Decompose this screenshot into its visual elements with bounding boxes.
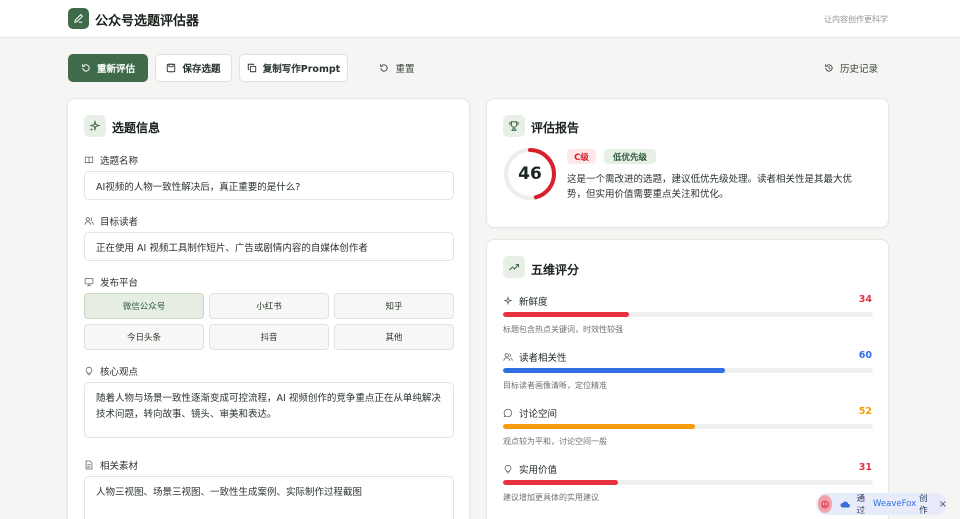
- close-icon[interactable]: ×: [939, 499, 947, 510]
- dimension-label-text: 新鲜度: [519, 297, 548, 308]
- dimension-bar-fill: [503, 368, 725, 373]
- lightbulb-icon: [85, 366, 93, 376]
- avatar: [818, 495, 833, 513]
- trending-up-icon: [503, 256, 525, 278]
- file-text-icon: [85, 460, 93, 470]
- core-view-label-text: 核心观点: [100, 367, 139, 378]
- lightbulb-icon: [504, 464, 512, 474]
- dimension-label-text: 讨论空间: [519, 409, 558, 420]
- report-summary: 这是一个需改进的选题，建议低优先级处理。读者相关性是其最大优势，但实用价值需要重…: [567, 174, 853, 200]
- dimension-note: 标题包含热点关键词，时效性较强: [503, 325, 623, 334]
- core-view-label: 核心观点: [84, 364, 138, 378]
- undo-icon: [380, 64, 389, 72]
- save-icon: [167, 63, 176, 73]
- dimension-bar: [503, 480, 873, 485]
- audience-label: 目标读者: [84, 214, 138, 228]
- cloud-icon: [840, 501, 851, 507]
- dimension-label: 讨论空间: [503, 406, 557, 420]
- history-icon: [825, 64, 833, 72]
- weavefox-brand: WeaveFox: [872, 499, 917, 509]
- copy-prompt-button[interactable]: 复制写作Prompt: [239, 54, 348, 82]
- message-circle-icon: [503, 408, 513, 418]
- book-icon: [84, 156, 94, 164]
- sparkles-icon: [503, 296, 513, 306]
- dimension-bar-fill: [503, 424, 696, 429]
- audience-label-text: 目标读者: [100, 217, 139, 228]
- topic-info-card: 选题信息 选题名称 AI视频的人物一致性解决后，真正重要的是什么? 目标读者 正…: [67, 98, 470, 519]
- dimension-bar-fill: [503, 312, 629, 317]
- dimension-label: 实用价值: [503, 462, 557, 476]
- dimension-label: 读者相关性: [503, 350, 567, 364]
- dimension-note: 建议增加更具体的实用建议: [503, 493, 599, 502]
- dimension-bar: [503, 368, 873, 373]
- users-icon: [503, 353, 513, 361]
- dimensions-title: 五维评分: [531, 263, 580, 277]
- dimension-bar: [503, 424, 873, 429]
- report-title: 评估报告: [531, 121, 580, 135]
- platform-option[interactable]: 抖音: [209, 324, 329, 350]
- dimensions-card: 五维评分 新鲜度 34 标题包含热点关键词，时效性较强 读者相关性 60 目标读…: [486, 239, 889, 519]
- app-header: 公众号选题评估器 让内容创作更科学: [0, 0, 960, 38]
- save-topic-button[interactable]: 保存选题: [155, 54, 232, 82]
- platform-option[interactable]: 小红书: [209, 293, 329, 319]
- refresh-icon: [82, 64, 90, 72]
- platform-label-text: 发布平台: [100, 278, 139, 289]
- weavefox-badge[interactable]: 通过 WeaveFox 创作 ×: [816, 493, 947, 516]
- material-textarea[interactable]: 人物三视图、场景三视图、一致性生成案例、实际制作过程截图: [84, 476, 454, 519]
- topic-name-label-text: 选题名称: [100, 156, 139, 167]
- platform-option[interactable]: 其他: [334, 324, 454, 350]
- weavefox-suffix: 创作: [919, 494, 928, 516]
- dimension-note: 观点较为平和，讨论空间一般: [503, 437, 607, 446]
- reevaluate-button[interactable]: 重新评估: [68, 54, 148, 82]
- dimension-score: 52: [858, 406, 872, 417]
- dimension-bar-fill: [503, 480, 618, 485]
- dimension-bar: [503, 312, 873, 317]
- copy-prompt-label: 复制写作Prompt: [262, 64, 341, 75]
- topic-name-label: 选题名称: [84, 153, 138, 167]
- app-tagline: 让内容创作更科学: [824, 15, 888, 24]
- users-icon: [84, 217, 94, 225]
- reset-label: 重置: [395, 64, 415, 75]
- reset-button[interactable]: 重置: [372, 54, 422, 82]
- priority-badge: 低优先级: [604, 149, 656, 164]
- dimension-label-text: 实用价值: [519, 465, 558, 476]
- dimension-label: 新鲜度: [503, 294, 548, 308]
- audience-input[interactable]: 正在使用 AI 视频工具制作短片、广告或剧情内容的自媒体创作者: [84, 232, 454, 261]
- history-button[interactable]: 历史记录: [816, 54, 886, 82]
- weavefox-prefix: 通过: [856, 494, 866, 516]
- reevaluate-label: 重新评估: [96, 64, 135, 75]
- material-label-text: 相关素材: [100, 461, 139, 472]
- topic-name-input[interactable]: AI视频的人物一致性解决后，真正重要的是什么?: [84, 171, 454, 200]
- save-topic-label: 保存选题: [182, 64, 221, 75]
- score-value: 46: [518, 164, 542, 184]
- platform-option[interactable]: 今日头条: [84, 324, 204, 350]
- dimension-score: 60: [858, 350, 872, 361]
- dimension-note: 目标读者画像清晰，定位精准: [503, 381, 607, 390]
- app-title: 公众号选题评估器: [95, 14, 200, 29]
- platform-label: 发布平台: [84, 275, 138, 289]
- monitor-icon: [84, 278, 94, 287]
- dimension-score: 34: [858, 294, 872, 305]
- grade-badge: C级: [567, 149, 596, 164]
- material-label: 相关素材: [84, 458, 138, 472]
- platform-option[interactable]: 知乎: [334, 293, 454, 319]
- topic-info-title: 选题信息: [112, 121, 161, 135]
- report-card: 评估报告 46 C级 低优先级 这是一个需改进的选题，建议低优先级处理。读者相关…: [486, 98, 889, 228]
- history-label: 历史记录: [839, 64, 878, 75]
- dimension-label-text: 读者相关性: [519, 353, 567, 364]
- dimension-score: 31: [858, 462, 872, 473]
- fox-face-icon: [821, 500, 830, 509]
- core-view-textarea[interactable]: 随着人物与场景一致性逐渐变成可控流程，AI 视频创作的竞争重点正在从单纯解决技术…: [84, 382, 454, 438]
- trophy-icon: [503, 115, 525, 137]
- copy-icon: [247, 63, 256, 73]
- platform-option[interactable]: 微信公众号: [84, 293, 204, 319]
- sparkles-icon: [84, 115, 106, 137]
- logo-pen-icon: [68, 8, 89, 29]
